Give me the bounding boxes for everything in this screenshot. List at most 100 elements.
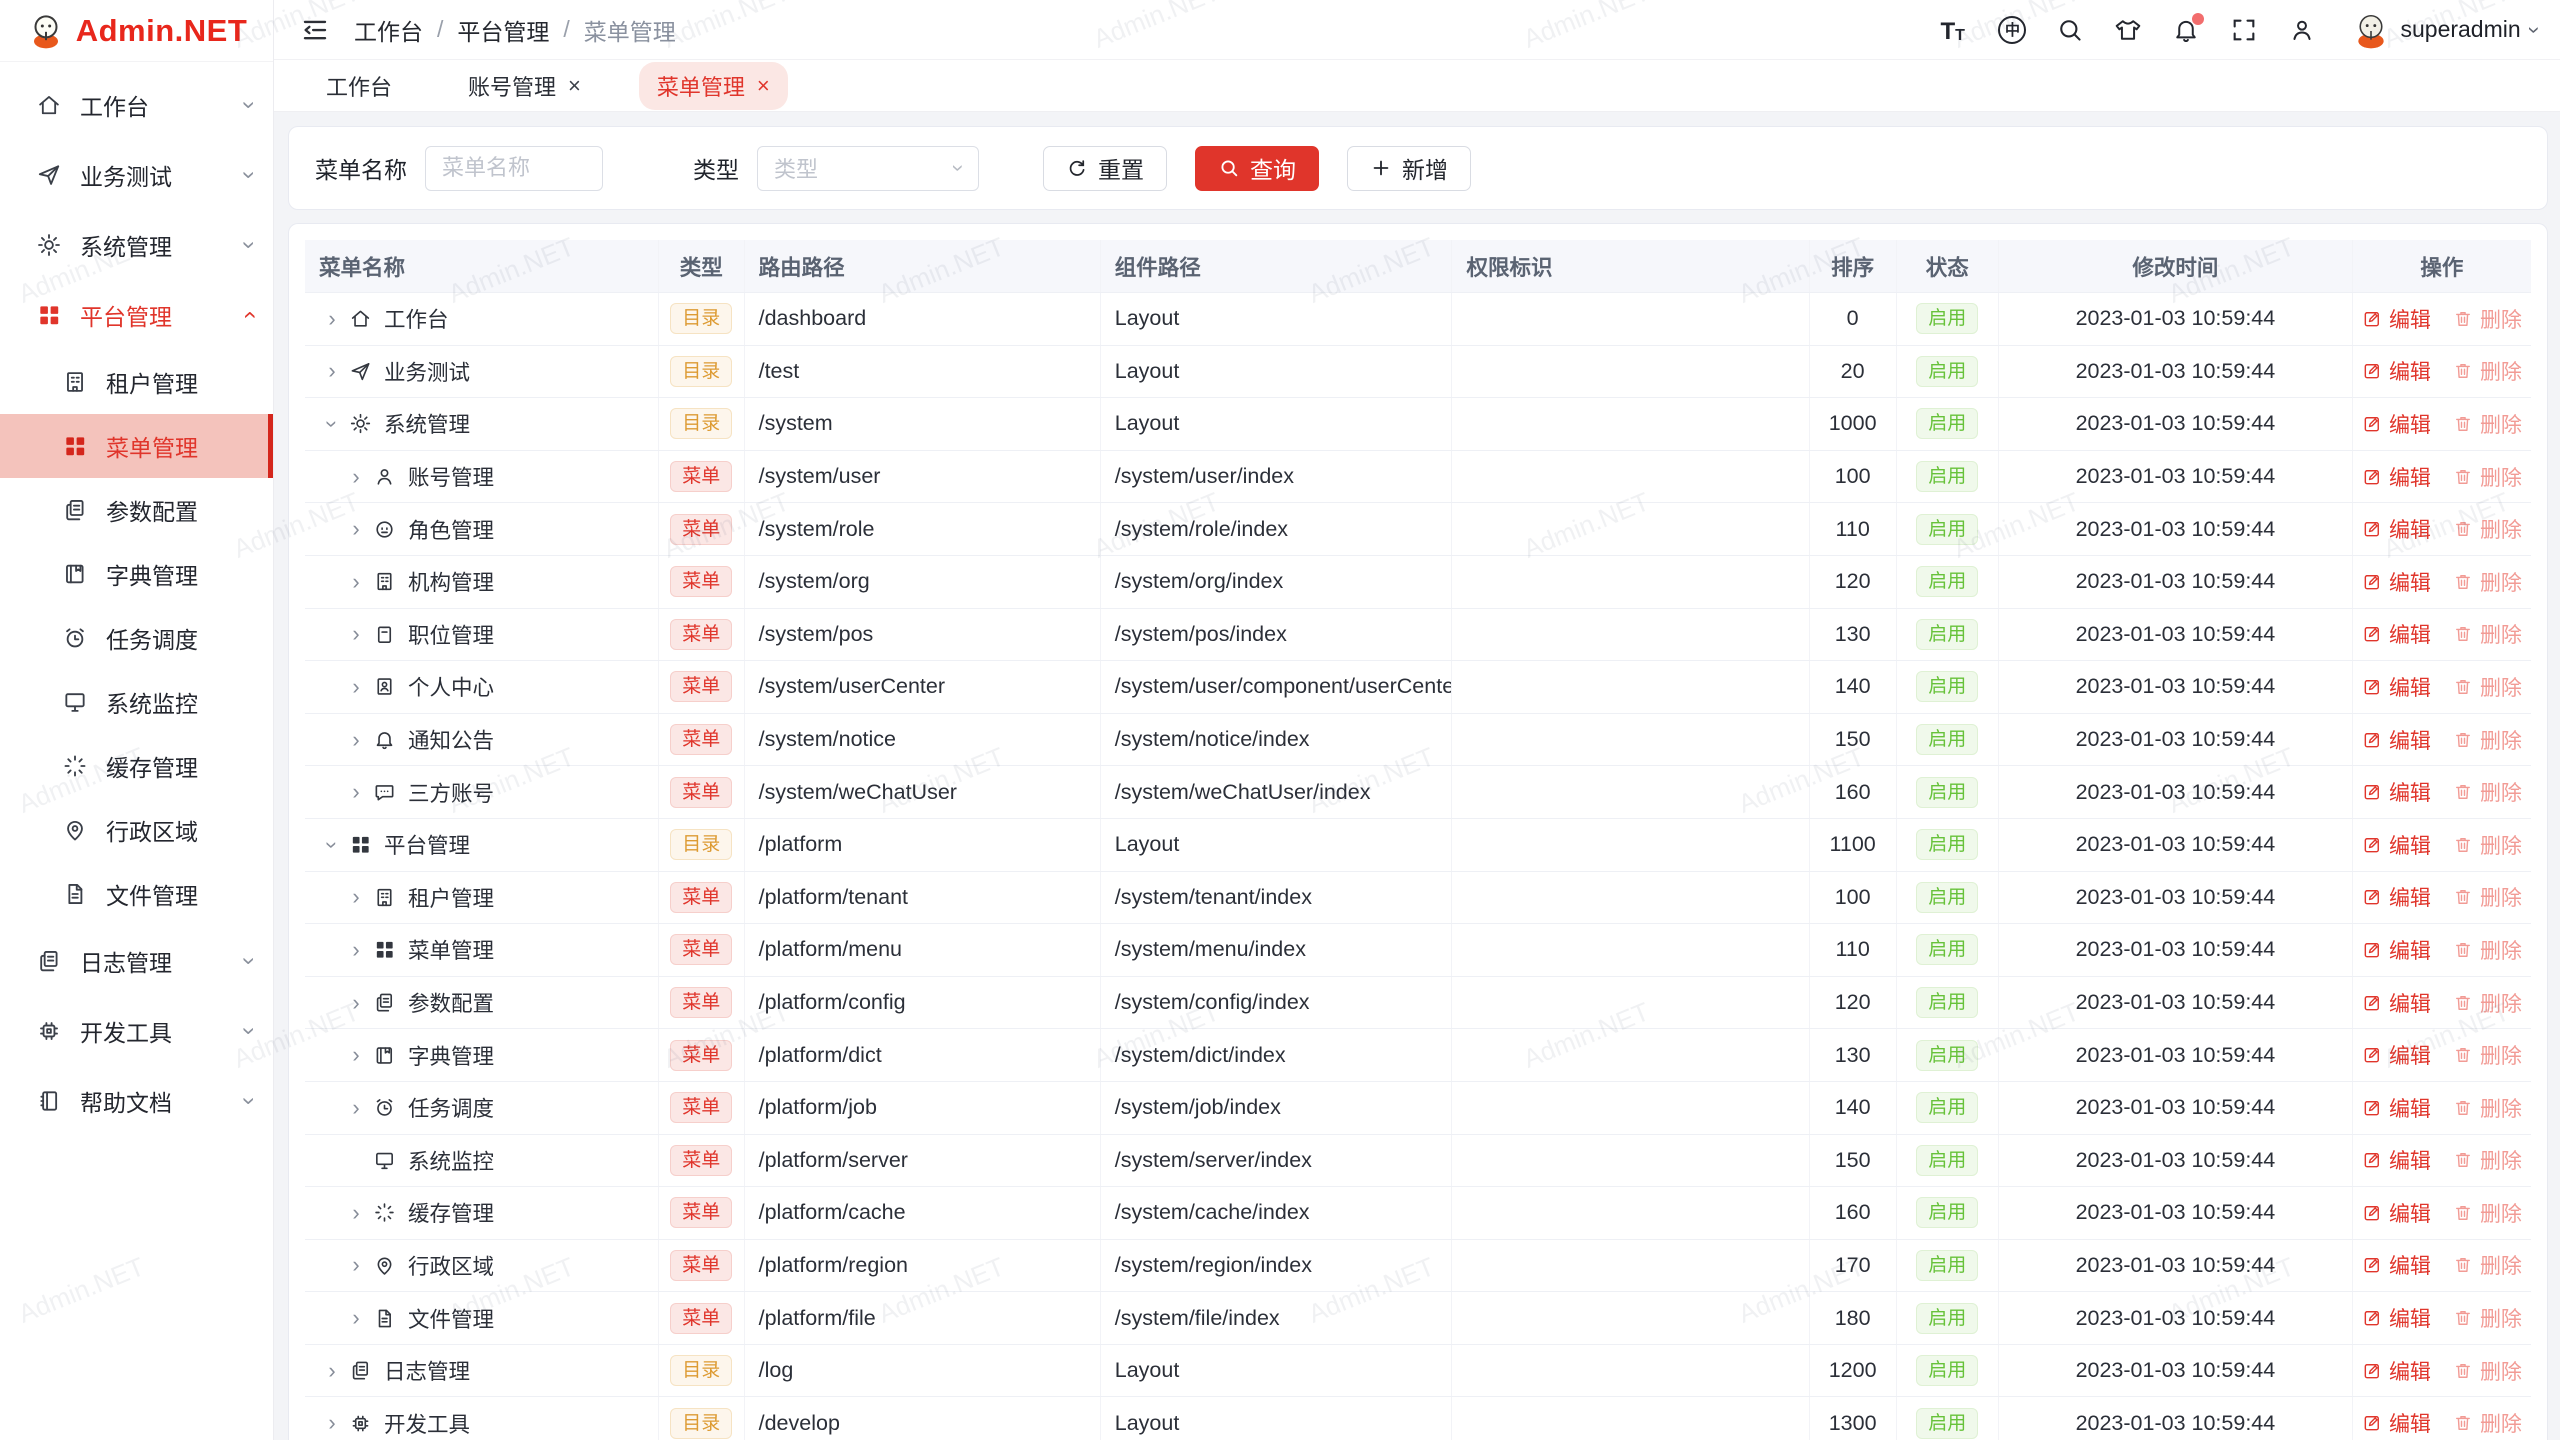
expand-arrow-icon[interactable]: › bbox=[345, 621, 367, 647]
edit-button[interactable]: 编辑 bbox=[2362, 1093, 2431, 1123]
sidebar-item[interactable]: 参数配置 bbox=[0, 478, 273, 542]
tab[interactable]: 工作台 bbox=[308, 62, 410, 110]
delete-button[interactable]: 删除 bbox=[2453, 409, 2522, 439]
add-button[interactable]: 新增 bbox=[1347, 146, 1471, 191]
collapse-menu-icon[interactable] bbox=[300, 15, 330, 45]
sidebar-item[interactable]: 菜单管理 bbox=[0, 414, 273, 478]
edit-button[interactable]: 编辑 bbox=[2362, 1145, 2431, 1175]
sidebar-item[interactable]: 系统管理› bbox=[0, 210, 273, 280]
delete-button[interactable]: 删除 bbox=[2453, 567, 2522, 597]
delete-button[interactable]: 删除 bbox=[2453, 1198, 2522, 1228]
edit-button[interactable]: 编辑 bbox=[2362, 725, 2431, 755]
edit-button[interactable]: 编辑 bbox=[2362, 935, 2431, 965]
edit-button[interactable]: 编辑 bbox=[2362, 1356, 2431, 1386]
expand-arrow-icon[interactable]: › bbox=[321, 306, 343, 332]
user-menu[interactable]: superadmin › bbox=[2352, 11, 2538, 49]
delete-button[interactable]: 删除 bbox=[2453, 356, 2522, 386]
delete-button[interactable]: 删除 bbox=[2453, 304, 2522, 334]
edit-button[interactable]: 编辑 bbox=[2362, 830, 2431, 860]
edit-button[interactable]: 编辑 bbox=[2362, 304, 2431, 334]
edit-button[interactable]: 编辑 bbox=[2362, 988, 2431, 1018]
expand-arrow-icon[interactable]: › bbox=[345, 674, 367, 700]
delete-button[interactable]: 删除 bbox=[2453, 1250, 2522, 1280]
edit-button[interactable]: 编辑 bbox=[2362, 1040, 2431, 1070]
delete-button[interactable]: 删除 bbox=[2453, 1145, 2522, 1175]
reset-button[interactable]: 重置 bbox=[1043, 146, 1167, 191]
delete-button[interactable]: 删除 bbox=[2453, 619, 2522, 649]
app-logo[interactable]: Admin.NET bbox=[0, 0, 273, 62]
edit-button[interactable]: 编辑 bbox=[2362, 672, 2431, 702]
edit-button[interactable]: 编辑 bbox=[2362, 356, 2431, 386]
expand-arrow-icon[interactable]: › bbox=[319, 413, 345, 435]
expand-arrow-icon[interactable]: › bbox=[345, 569, 367, 595]
edit-button[interactable]: 编辑 bbox=[2362, 777, 2431, 807]
close-icon[interactable]: × bbox=[568, 75, 581, 97]
expand-arrow-icon[interactable]: › bbox=[345, 990, 367, 1016]
search-icon[interactable] bbox=[2056, 16, 2084, 44]
expand-arrow-icon[interactable]: › bbox=[345, 727, 367, 753]
fullscreen-icon[interactable] bbox=[2230, 16, 2258, 44]
delete-button[interactable]: 删除 bbox=[2453, 988, 2522, 1018]
expand-arrow-icon[interactable]: › bbox=[345, 1305, 367, 1331]
edit-button[interactable]: 编辑 bbox=[2362, 1408, 2431, 1438]
expand-arrow-icon[interactable]: › bbox=[321, 1358, 343, 1384]
sidebar-item[interactable]: 帮助文档› bbox=[0, 1066, 273, 1136]
font-size-icon[interactable]: TT bbox=[1940, 16, 1968, 44]
delete-button[interactable]: 删除 bbox=[2453, 672, 2522, 702]
breadcrumb-item[interactable]: 工作台 bbox=[354, 13, 423, 47]
delete-button[interactable]: 删除 bbox=[2453, 777, 2522, 807]
sidebar-item[interactable]: 行政区域 bbox=[0, 798, 273, 862]
delete-button[interactable]: 删除 bbox=[2453, 514, 2522, 544]
edit-button[interactable]: 编辑 bbox=[2362, 619, 2431, 649]
delete-button[interactable]: 删除 bbox=[2453, 1093, 2522, 1123]
sidebar-item[interactable]: 缓存管理 bbox=[0, 734, 273, 798]
edit-button[interactable]: 编辑 bbox=[2362, 514, 2431, 544]
expand-arrow-icon[interactable]: › bbox=[319, 834, 345, 856]
edit-button[interactable]: 编辑 bbox=[2362, 1198, 2431, 1228]
delete-button[interactable]: 删除 bbox=[2453, 830, 2522, 860]
breadcrumb-item[interactable]: 菜单管理 bbox=[584, 13, 676, 47]
breadcrumb-item[interactable]: 平台管理 bbox=[457, 13, 549, 47]
sidebar-item[interactable]: 系统监控 bbox=[0, 670, 273, 734]
expand-arrow-icon[interactable]: › bbox=[345, 1200, 367, 1226]
sidebar-item[interactable]: 开发工具› bbox=[0, 996, 273, 1066]
delete-button[interactable]: 删除 bbox=[2453, 1040, 2522, 1070]
edit-button[interactable]: 编辑 bbox=[2362, 882, 2431, 912]
expand-arrow-icon[interactable]: › bbox=[345, 937, 367, 963]
delete-button[interactable]: 删除 bbox=[2453, 462, 2522, 492]
sidebar-item[interactable]: 任务调度 bbox=[0, 606, 273, 670]
delete-button[interactable]: 删除 bbox=[2453, 1303, 2522, 1333]
sidebar-item[interactable]: 日志管理› bbox=[0, 926, 273, 996]
tab[interactable]: 账号管理× bbox=[450, 62, 599, 110]
sidebar-item[interactable]: 租户管理 bbox=[0, 350, 273, 414]
tab[interactable]: 菜单管理× bbox=[639, 62, 788, 110]
edit-button[interactable]: 编辑 bbox=[2362, 1303, 2431, 1333]
expand-arrow-icon[interactable]: › bbox=[345, 1252, 367, 1278]
language-icon[interactable]: 中 bbox=[1998, 16, 2026, 44]
delete-button[interactable]: 删除 bbox=[2453, 935, 2522, 965]
expand-arrow-icon[interactable]: › bbox=[345, 884, 367, 910]
person-icon[interactable] bbox=[2288, 16, 2316, 44]
notification-bell-icon[interactable] bbox=[2172, 16, 2200, 44]
expand-arrow-icon[interactable]: › bbox=[345, 1042, 367, 1068]
expand-arrow-icon[interactable]: › bbox=[345, 516, 367, 542]
edit-button[interactable]: 编辑 bbox=[2362, 1250, 2431, 1280]
sidebar-item[interactable]: 业务测试› bbox=[0, 140, 273, 210]
sidebar-item[interactable]: 工作台› bbox=[0, 70, 273, 140]
edit-button[interactable]: 编辑 bbox=[2362, 567, 2431, 597]
delete-button[interactable]: 删除 bbox=[2453, 1356, 2522, 1386]
theme-icon[interactable] bbox=[2114, 16, 2142, 44]
close-icon[interactable]: × bbox=[757, 75, 770, 97]
edit-button[interactable]: 编辑 bbox=[2362, 409, 2431, 439]
expand-arrow-icon[interactable]: › bbox=[321, 358, 343, 384]
edit-button[interactable]: 编辑 bbox=[2362, 462, 2431, 492]
expand-arrow-icon[interactable]: › bbox=[345, 1095, 367, 1121]
type-select[interactable]: 类型 › bbox=[757, 146, 979, 191]
expand-arrow-icon[interactable]: › bbox=[345, 779, 367, 805]
sidebar-item[interactable]: 字典管理 bbox=[0, 542, 273, 606]
menu-name-input[interactable] bbox=[425, 146, 603, 191]
expand-arrow-icon[interactable]: › bbox=[345, 464, 367, 490]
delete-button[interactable]: 删除 bbox=[2453, 1408, 2522, 1438]
delete-button[interactable]: 删除 bbox=[2453, 725, 2522, 755]
query-button[interactable]: 查询 bbox=[1195, 146, 1319, 191]
